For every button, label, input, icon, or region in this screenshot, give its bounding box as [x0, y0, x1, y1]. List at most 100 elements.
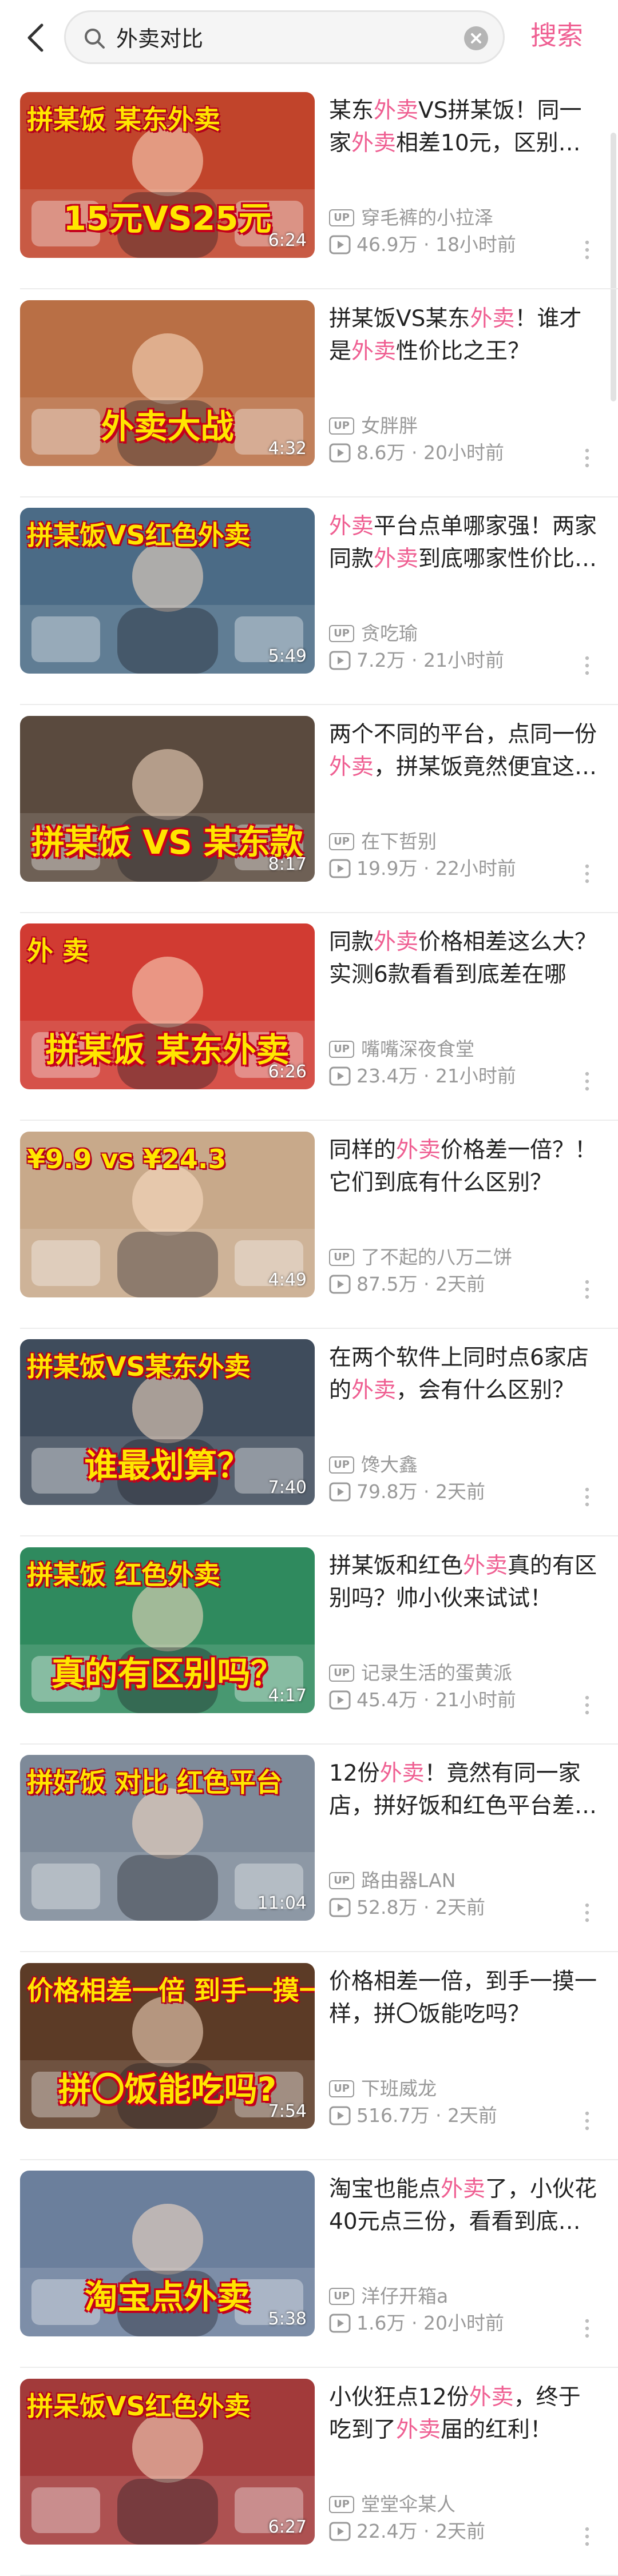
up-badge-icon: UP [329, 1248, 354, 1266]
play-count-icon [329, 1898, 351, 1917]
up-badge-icon: UP [329, 209, 354, 226]
view-count-and-time: 516.7万 · 2天前 [356, 2104, 497, 2127]
search-button[interactable]: 搜索 [530, 18, 583, 53]
video-title[interactable]: 拼某饭VS某东外卖！谁才是外卖性价比之王？ [329, 302, 598, 368]
video-duration: 8:17 [268, 854, 307, 874]
video-meta: 79.8万 · 2天前 [329, 1479, 598, 1504]
video-title[interactable]: 两个不同的平台，点同一份外卖，拼某饭竟然便宜这么多？ [329, 718, 598, 783]
video-result-item[interactable]: 价格相差一倍 到手一摸一样 拼〇饭能吃吗? 7:54 价格相差一倍，到手一摸一样… [0, 1953, 618, 2160]
video-duration: 4:49 [268, 1269, 307, 1290]
view-count-and-time: 8.6万 · 20小时前 [356, 441, 504, 464]
back-button[interactable] [16, 15, 56, 61]
video-meta: 87.5万 · 2天前 [329, 1272, 598, 1297]
keyword-highlight: 外卖 [396, 2416, 441, 2443]
video-title[interactable]: 某东外卖VS拼某饭！同一家外卖相差10元，区别在哪？ [329, 94, 598, 160]
uploader[interactable]: UP 洋仔开箱a [329, 2284, 448, 2309]
video-thumbnail[interactable]: 拼某饭 红色外卖 真的有区别吗？ 4:17 [20, 1547, 315, 1713]
title-text: 价格相差一倍，到手一摸一样，拼〇饭能吃吗？ [329, 1968, 597, 2027]
uploader[interactable]: UP 堂堂伞某人 [329, 2492, 455, 2517]
thumbnail-caption: 拼某饭 某东外卖 [27, 104, 221, 135]
title-text: 同款 [329, 929, 374, 955]
more-vertical-icon[interactable] [584, 1487, 591, 1507]
video-thumbnail[interactable]: 拼某饭VS某东外卖 谁最划算？ 7:40 [20, 1339, 315, 1505]
video-duration: 5:38 [268, 2309, 307, 2329]
uploader[interactable]: UP 了不起的八万二饼 [329, 1245, 512, 1270]
uploader-name: 记录生活的蛋黄派 [361, 1661, 512, 1684]
title-text: 届的红利！ [441, 2416, 553, 2443]
video-thumbnail[interactable]: 拼某饭 某东外卖 15元VS25元 6:24 [20, 92, 315, 258]
video-result-item[interactable]: 淘宝点外卖 5:38 淘宝也能点外卖了，小伙花40元点三份，看看到底值不值 UP… [0, 2160, 618, 2368]
video-result-item[interactable]: 拼某饭 VS 某东款 8:17 两个不同的平台，点同一份外卖，拼某饭竟然便宜这么… [0, 706, 618, 913]
more-vertical-icon[interactable] [584, 2318, 591, 2339]
uploader[interactable]: UP 路由器LAN [329, 1868, 455, 1893]
video-title[interactable]: 同款外卖价格相差这么大？实测6款看看到底差在哪 [329, 926, 598, 991]
thumbnail-caption: 拼呆饭VS红色外卖 [27, 2390, 251, 2422]
video-thumbnail[interactable]: 拼某饭 VS 某东款 8:17 [20, 715, 315, 882]
uploader[interactable]: UP 记录生活的蛋黄派 [329, 1661, 512, 1686]
back-arrow-icon [27, 23, 43, 52]
more-vertical-icon[interactable] [584, 448, 591, 468]
video-thumbnail[interactable]: 拼好饭 对比 红色平台 11:04 [20, 1755, 315, 1921]
video-thumbnail[interactable]: 拼某饭VS红色外卖 5:49 [20, 508, 315, 674]
video-title[interactable]: 价格相差一倍，到手一摸一样，拼〇饭能吃吗？ [329, 1965, 598, 2030]
uploader[interactable]: UP 贪吃瑜 [329, 621, 418, 646]
search-input[interactable]: 外卖对比 [64, 10, 505, 64]
video-thumbnail[interactable]: 拼呆饭VS红色外卖 6:27 [20, 2378, 315, 2545]
more-vertical-icon[interactable] [584, 2526, 591, 2547]
video-duration: 6:24 [268, 230, 307, 250]
title-text: 两个不同的平台，点同一份 [329, 721, 597, 747]
uploader-name: 下班威龙 [361, 2077, 437, 2100]
uploader-name: 在下哲别 [361, 830, 437, 853]
up-badge-icon: UP [329, 2288, 354, 2305]
video-duration: 6:27 [268, 2517, 307, 2537]
uploader[interactable]: UP 馋大鑫 [329, 1452, 418, 1478]
video-duration: 7:54 [268, 2101, 307, 2121]
video-title[interactable]: 外卖平台点单哪家强！两家同款外卖到底哪家性价比高？ [329, 510, 598, 575]
video-thumbnail[interactable]: 价格相差一倍 到手一摸一样 拼〇饭能吃吗? 7:54 [20, 1962, 315, 2129]
uploader[interactable]: UP 下班威龙 [329, 2076, 437, 2101]
more-vertical-icon[interactable] [584, 1279, 591, 1300]
video-thumbnail[interactable]: 外 卖 拼某饭 某东外卖 6:26 [20, 923, 315, 1089]
view-count-and-time: 45.4万 · 21小时前 [356, 1688, 516, 1711]
more-vertical-icon[interactable] [584, 863, 591, 884]
title-text: 同样的 [329, 1137, 397, 1163]
video-title[interactable]: 拼某饭和红色外卖真的有区别吗？帅小伙来试试！ [329, 1550, 598, 1615]
clear-icon [471, 33, 481, 43]
video-title[interactable]: 小伙狂点12份外卖，终于吃到了外卖届的红利！ [329, 2381, 598, 2446]
view-count-and-time: 46.9万 · 18小时前 [356, 233, 516, 256]
video-result-item[interactable]: 拼呆饭VS红色外卖 6:27 小伙狂点12份外卖，终于吃到了外卖届的红利！ UP… [0, 2368, 618, 2576]
view-count-and-time: 7.2万 · 21小时前 [356, 649, 504, 671]
video-title[interactable]: 在两个软件上同时点6家店的外卖，会有什么区别？ [329, 1341, 598, 1407]
uploader[interactable]: UP 在下哲别 [329, 829, 437, 854]
more-vertical-icon[interactable] [584, 1071, 591, 1092]
uploader[interactable]: UP 穿毛裤的小拉泽 [329, 205, 493, 230]
uploader[interactable]: UP 女胖胖 [329, 413, 418, 439]
more-vertical-icon[interactable] [584, 2111, 591, 2131]
thumbnail-caption: 拼某饭VS某东外卖 [27, 1351, 251, 1382]
title-text: 淘宝也能点 [329, 2176, 441, 2202]
video-result-item[interactable]: 拼某饭VS红色外卖 5:49 外卖平台点单哪家强！两家同款外卖到底哪家性价比高？… [0, 497, 618, 705]
more-vertical-icon[interactable] [584, 240, 591, 260]
play-count-icon [329, 1275, 351, 1293]
keyword-highlight: 外卖 [351, 1377, 397, 1403]
video-title[interactable]: 同样的外卖价格差一倍？！ 它们到底有什么区别？ [329, 1134, 598, 1199]
video-result-item[interactable]: 拼某饭VS某东外卖 谁最划算？ 7:40 在两个软件上同时点6家店的外卖，会有什… [0, 1329, 618, 1536]
up-badge-icon: UP [329, 833, 354, 850]
video-title[interactable]: 淘宝也能点外卖了，小伙花40元点三份，看看到底值不值 [329, 2173, 598, 2238]
video-thumbnail[interactable]: 外卖大战 4:32 [20, 300, 315, 466]
video-result-item[interactable]: 拼好饭 对比 红色平台 11:04 12份外卖！竟然有同一家店，拼好饭和红色平台… [0, 1745, 618, 1952]
uploader[interactable]: UP 嘴嘴深夜食堂 [329, 1037, 474, 1062]
more-vertical-icon[interactable] [584, 1695, 591, 1715]
video-title[interactable]: 12份外卖！竟然有同一家店，拼好饭和红色平台差这么多 [329, 1757, 598, 1822]
more-vertical-icon[interactable] [584, 1902, 591, 1923]
video-result-item[interactable]: 拼某饭 某东外卖 15元VS25元 6:24 某东外卖VS拼某饭！同一家外卖相差… [0, 82, 618, 289]
video-thumbnail[interactable]: ¥9.9 vs ¥24.3 4:49 [20, 1131, 315, 1297]
play-count-icon [329, 2314, 351, 2333]
video-result-item[interactable]: 拼某饭 红色外卖 真的有区别吗？ 4:17 拼某饭和红色外卖真的有区别吗？帅小伙… [0, 1537, 618, 1745]
video-result-item[interactable]: 外卖大战 4:32 拼某饭VS某东外卖！谁才是外卖性价比之王？ UP 女胖胖 8… [0, 290, 618, 497]
clear-button[interactable] [464, 26, 488, 50]
more-vertical-icon[interactable] [584, 655, 591, 676]
video-result-item[interactable]: 外 卖 拼某饭 某东外卖 6:26 同款外卖价格相差这么大？实测6款看看到底差在… [0, 913, 618, 1121]
video-result-item[interactable]: ¥9.9 vs ¥24.3 4:49 同样的外卖价格差一倍？！ 它们到底有什么区… [0, 1121, 618, 1329]
video-thumbnail[interactable]: 淘宝点外卖 5:38 [20, 2171, 315, 2336]
